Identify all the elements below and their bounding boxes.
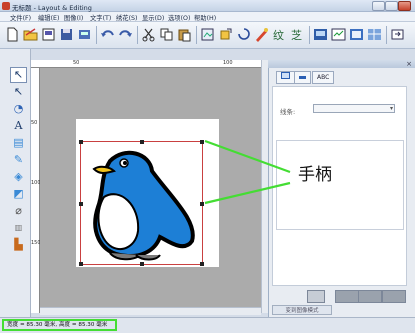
- tab-text[interactable]: ABC: [312, 71, 335, 84]
- svg-text:芝: 芝: [291, 29, 302, 42]
- window-title: 无标题 - Layout & Editing: [12, 4, 92, 12]
- menu-display[interactable]: 显示(D): [142, 13, 164, 22]
- copy-icon[interactable]: [159, 27, 174, 42]
- close-button[interactable]: [398, 1, 411, 11]
- horizontal-scrollbar[interactable]: [40, 307, 261, 315]
- handle-top[interactable]: [140, 140, 144, 144]
- toolbar-separator: [96, 26, 97, 44]
- eraser-tool[interactable]: ⌀: [10, 203, 27, 219]
- handle-top-left[interactable]: [79, 140, 83, 144]
- title-bar: 无标题 - Layout & Editing: [0, 0, 415, 12]
- panel-close-icon[interactable]: ×: [406, 60, 412, 68]
- handle-left[interactable]: [79, 202, 83, 206]
- import-icon[interactable]: [200, 27, 215, 42]
- toolbar-separator: [137, 26, 138, 44]
- new-icon[interactable]: [5, 27, 20, 42]
- handle-bottom-left[interactable]: [79, 262, 83, 266]
- menu-edit[interactable]: 编辑(E): [38, 13, 60, 22]
- size-status: 宽度 = 85.30 毫米, 高度 = 85.30 毫米: [2, 319, 117, 331]
- handle-callout-label: 手柄: [298, 165, 332, 185]
- stitch-tool[interactable]: ▥: [10, 220, 27, 236]
- pattern-icon[interactable]: 纹: [272, 27, 287, 42]
- handle-right[interactable]: [200, 202, 204, 206]
- toolbar-separator: [309, 26, 310, 44]
- save-icon[interactable]: [59, 27, 74, 42]
- selection-box[interactable]: [79, 140, 204, 266]
- toolbar: 纹 芝: [0, 22, 415, 49]
- point-edit-tool[interactable]: ↖: [10, 84, 27, 100]
- menu-options[interactable]: 选项(O): [168, 13, 190, 22]
- tab-shape[interactable]: [276, 71, 295, 84]
- open-icon[interactable]: [23, 27, 38, 42]
- redo-icon[interactable]: [118, 27, 133, 42]
- convert-to-image-button[interactable]: 变到图像模式: [272, 305, 332, 315]
- handle-top-right[interactable]: [200, 140, 204, 144]
- properties-icon[interactable]: [349, 27, 364, 42]
- outline-label: 线条:: [280, 108, 296, 116]
- menu-file[interactable]: 文件(F): [10, 13, 31, 22]
- cut-icon[interactable]: [141, 27, 156, 42]
- panel-button-4[interactable]: [382, 290, 406, 303]
- zoom-tool[interactable]: ◔: [10, 101, 27, 117]
- menu-bar: 文件(F) 编辑(E) 图像(I) 文字(T) 绣花(S) 显示(D) 选项(O…: [0, 12, 415, 22]
- sew-order-icon[interactable]: [236, 27, 251, 42]
- send-icon[interactable]: [77, 27, 92, 42]
- menu-help[interactable]: 帮助(H): [194, 13, 216, 22]
- attribute-preview: [276, 140, 404, 230]
- toolbar-separator: [196, 26, 197, 44]
- export-icon[interactable]: [390, 27, 405, 42]
- horizontal-ruler: 50 100: [31, 60, 261, 68]
- brush-tool[interactable]: ◩: [10, 186, 27, 202]
- maximize-button[interactable]: [385, 1, 398, 11]
- shape-tool[interactable]: ▤: [10, 135, 27, 151]
- app-icon: [2, 2, 10, 10]
- menu-image[interactable]: 图像(I): [64, 13, 83, 22]
- panel-header: ×: [268, 60, 415, 68]
- toolbar-separator: [386, 26, 387, 44]
- grid-icon[interactable]: [367, 27, 382, 42]
- paste-icon[interactable]: [177, 27, 192, 42]
- layout-icon[interactable]: [313, 27, 328, 42]
- preview-icon[interactable]: [331, 27, 346, 42]
- stitch-icon[interactable]: 芝: [290, 27, 305, 42]
- minimize-button[interactable]: [372, 1, 385, 11]
- panel-tabs: ABC: [276, 70, 406, 84]
- text-attribute-icon[interactable]: [254, 27, 269, 42]
- select-tool[interactable]: ↖: [10, 67, 27, 83]
- panel-button-1[interactable]: [307, 290, 325, 303]
- vertical-ruler: 50 100 150: [31, 68, 41, 313]
- ruler-label: 50: [73, 60, 80, 66]
- menu-text[interactable]: 文字(T): [90, 13, 111, 22]
- area-tool[interactable]: ◈: [10, 169, 27, 185]
- chevron-down-icon: ▾: [389, 105, 393, 112]
- tool-palette: ↖ ↖ ◔ A ▤ ✎ ◈ ◩ ⌀ ▥ ▙: [0, 49, 31, 317]
- pen-tool[interactable]: ▙: [10, 237, 27, 253]
- handle-bottom[interactable]: [140, 262, 144, 266]
- rotate-icon[interactable]: [218, 27, 233, 42]
- handle-bottom-right[interactable]: [200, 262, 204, 266]
- vertical-scrollbar[interactable]: [261, 60, 268, 313]
- panel-button-2[interactable]: [335, 290, 359, 303]
- outline-tool[interactable]: ✎: [10, 152, 27, 168]
- ruler-label: 50: [31, 120, 38, 126]
- tab-line[interactable]: [294, 71, 311, 84]
- text-tool[interactable]: A: [10, 118, 27, 134]
- undo-icon[interactable]: [100, 27, 115, 42]
- menu-sew[interactable]: 绣花(S): [116, 13, 138, 22]
- template-icon[interactable]: [41, 27, 56, 42]
- panel-button-3[interactable]: [358, 290, 382, 303]
- outline-dropdown[interactable]: ▾: [313, 104, 395, 113]
- ruler-label: 100: [223, 60, 233, 66]
- svg-text:纹: 纹: [273, 28, 284, 42]
